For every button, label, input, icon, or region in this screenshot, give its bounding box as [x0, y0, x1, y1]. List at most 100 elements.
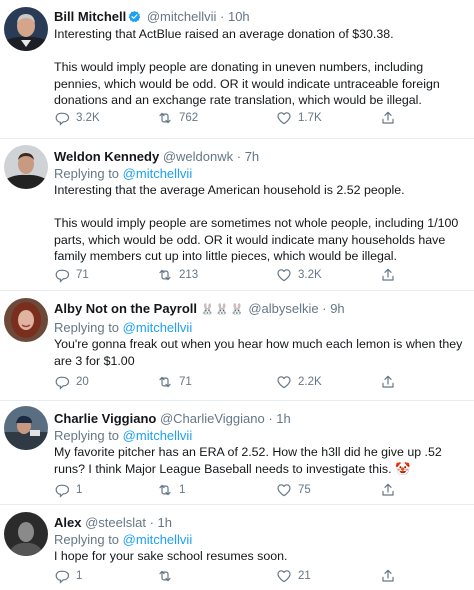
share-button[interactable]	[380, 267, 396, 283]
share-icon	[380, 482, 396, 498]
like-icon	[276, 267, 292, 283]
handle[interactable]: @steelslat	[85, 515, 146, 530]
tweet-alex[interactable]: Alex @steelslat · 1h Replying to @mitche…	[0, 506, 474, 590]
reply-button[interactable]: 20	[54, 374, 89, 390]
retweet-count: 762	[179, 112, 199, 124]
avatar[interactable]	[4, 298, 48, 342]
share-button[interactable]	[380, 568, 396, 584]
retweet-icon	[157, 374, 173, 390]
share-button[interactable]	[380, 110, 396, 126]
timestamp[interactable]: 1h	[276, 411, 290, 426]
timestamp[interactable]: 1h	[158, 515, 172, 530]
reply-count: 20	[76, 376, 89, 388]
share-button[interactable]	[380, 482, 396, 498]
divider	[0, 504, 474, 505]
share-button[interactable]	[380, 374, 396, 390]
like-button[interactable]: 3.2K	[276, 267, 322, 283]
reply-icon	[54, 568, 70, 584]
clown-emoji: 🤡	[394, 461, 411, 476]
retweet-icon	[157, 267, 173, 283]
replying-to: Replying to @mitchellvii	[54, 531, 468, 548]
like-button[interactable]: 75	[276, 482, 311, 498]
divider	[0, 290, 474, 291]
timestamp[interactable]: 10h	[228, 9, 250, 24]
share-icon	[380, 374, 396, 390]
retweet-button[interactable]: 1	[157, 482, 185, 498]
reply-button[interactable]: 1	[54, 482, 82, 498]
like-icon	[276, 374, 292, 390]
separator-dot: ·	[233, 149, 245, 164]
reply-icon	[54, 374, 70, 390]
retweet-button[interactable]: 213	[157, 267, 198, 283]
tweet-bill-mitchell[interactable]: Bill Mitchell @mitchellvii · 10h Interes…	[0, 0, 474, 136]
reply-button[interactable]: 1	[54, 568, 82, 584]
display-name[interactable]: Weldon Kennedy	[54, 149, 159, 164]
display-name[interactable]: Alex	[54, 515, 81, 530]
like-button[interactable]: 21	[276, 568, 311, 584]
replying-to: Replying to @mitchellvii	[54, 427, 468, 444]
display-name[interactable]: Charlie Viggiano	[54, 411, 156, 426]
retweet-icon	[157, 568, 173, 584]
avatar[interactable]	[4, 406, 48, 450]
like-button[interactable]: 1.7K	[276, 110, 322, 126]
action-bar: 3.2K 762 1.7K	[54, 110, 468, 128]
verified-badge-icon	[128, 10, 141, 23]
avatar[interactable]	[4, 512, 48, 556]
action-bar: 71 213 3.2K	[54, 267, 468, 285]
retweet-icon	[157, 110, 173, 126]
tweet-text: Interesting that ActBlue raised an avera…	[54, 27, 440, 107]
replying-to-handle-link[interactable]: @mitchellvii	[123, 428, 193, 443]
retweet-button[interactable]	[157, 568, 179, 584]
tweet-charlie-viggiano[interactable]: Charlie Viggiano @CharlieViggiano · 1h R…	[0, 402, 474, 504]
replying-to-handle-link[interactable]: @mitchellvii	[123, 166, 193, 181]
action-bar: 1 1 75	[54, 482, 468, 500]
retweet-count: 1	[179, 484, 186, 496]
reply-count: 1	[76, 484, 83, 496]
reply-icon	[54, 267, 70, 283]
separator-dot: ·	[145, 515, 158, 530]
action-bar: 20 71 2.2K	[54, 374, 468, 392]
timestamp[interactable]: 7h	[245, 149, 259, 164]
replying-to-handle-link[interactable]: @mitchellvii	[123, 532, 193, 547]
tweet-text: I hope for your sake school resumes soon…	[54, 549, 288, 563]
like-count: 21	[298, 570, 311, 582]
replying-to-label: Replying to	[54, 532, 120, 547]
like-count: 3.2K	[298, 269, 322, 281]
display-name[interactable]: Alby Not on the Payroll	[54, 301, 197, 316]
handle[interactable]: @CharlieViggiano	[160, 411, 265, 426]
share-icon	[380, 568, 396, 584]
handle[interactable]: @albyselkie	[248, 301, 318, 316]
like-button[interactable]: 2.2K	[276, 374, 322, 390]
retweet-button[interactable]: 71	[157, 374, 192, 390]
tweet-text-body: My favorite pitcher has an ERA of 2.52. …	[54, 445, 446, 476]
reply-count: 3.2K	[76, 112, 100, 124]
replying-to-label: Replying to	[54, 166, 120, 181]
share-icon	[380, 267, 396, 283]
retweet-button[interactable]: 762	[157, 110, 198, 126]
avatar[interactable]	[4, 145, 48, 189]
timestamp[interactable]: 9h	[330, 301, 344, 316]
replying-to-handle-link[interactable]: @mitchellvii	[123, 320, 193, 335]
avatar[interactable]	[4, 7, 48, 51]
reply-icon	[54, 482, 70, 498]
like-icon	[276, 568, 292, 584]
reply-button[interactable]: 71	[54, 267, 89, 283]
separator-dot: ·	[318, 301, 331, 316]
like-count: 1.7K	[298, 112, 322, 124]
retweet-count: 71	[179, 376, 192, 388]
like-count: 2.2K	[298, 376, 322, 388]
reply-button[interactable]: 3.2K	[54, 110, 100, 126]
divider	[0, 138, 474, 139]
replying-to-label: Replying to	[54, 428, 120, 443]
tweet-text: Interesting that the average American ho…	[54, 183, 459, 263]
reply-count: 1	[76, 570, 83, 582]
display-name[interactable]: Bill Mitchell	[54, 9, 126, 24]
share-icon	[380, 110, 396, 126]
handle[interactable]: @weldonwk	[163, 149, 233, 164]
tweet-alby[interactable]: Alby Not on the Payroll 🐰🐰🐰 @albyselkie …	[0, 292, 474, 400]
retweet-count: 213	[179, 269, 199, 281]
like-icon	[276, 110, 292, 126]
tweet-weldon-kennedy[interactable]: Weldon Kennedy @weldonwk · 7h Replying t…	[0, 140, 474, 290]
handle[interactable]: @mitchellvii	[147, 9, 217, 24]
replying-to: Replying to @mitchellvii	[54, 165, 468, 182]
